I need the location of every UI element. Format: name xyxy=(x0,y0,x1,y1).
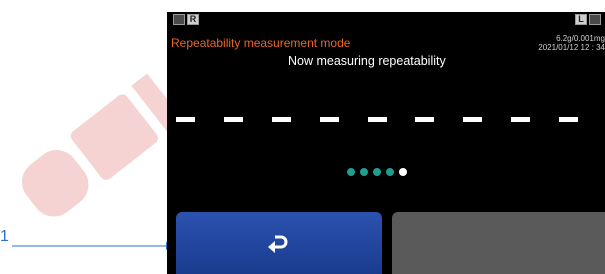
balance-display: R L Repeatability measurement mode Now m… xyxy=(167,12,605,274)
indicator-box xyxy=(589,14,601,25)
progress-indicator xyxy=(347,168,407,176)
reading-dash xyxy=(223,117,243,122)
left-indicators: R xyxy=(173,14,199,25)
indicator-r: R xyxy=(187,14,199,25)
datetime-readout: 2021/01/12 12 : 34 xyxy=(538,43,605,52)
reading-dash xyxy=(511,117,531,122)
reading-dash xyxy=(271,117,291,122)
status-message: Now measuring repeatability xyxy=(288,54,446,68)
reading-dash xyxy=(463,117,483,122)
reading-dash xyxy=(415,117,435,122)
progress-dot xyxy=(360,168,368,176)
progress-dot xyxy=(347,168,355,176)
mode-label: Repeatability measurement mode xyxy=(171,36,351,50)
reading-dash xyxy=(176,117,195,122)
right-indicators: L xyxy=(575,14,601,25)
weight-reading-placeholder xyxy=(170,117,605,123)
indicator-l: L xyxy=(575,14,587,25)
blank-button[interactable] xyxy=(392,212,605,274)
reading-dash xyxy=(367,117,387,122)
reading-dash xyxy=(559,117,579,122)
progress-dot xyxy=(399,168,407,176)
callout-number: 1 xyxy=(0,228,9,245)
indicator-box xyxy=(173,14,185,25)
progress-dot xyxy=(373,168,381,176)
reading-dash xyxy=(319,117,339,122)
back-button[interactable] xyxy=(176,212,382,274)
progress-dot xyxy=(386,168,394,176)
capacity-readout: 6.2g/0.001mg xyxy=(556,34,605,43)
return-arrow-icon xyxy=(268,235,288,253)
